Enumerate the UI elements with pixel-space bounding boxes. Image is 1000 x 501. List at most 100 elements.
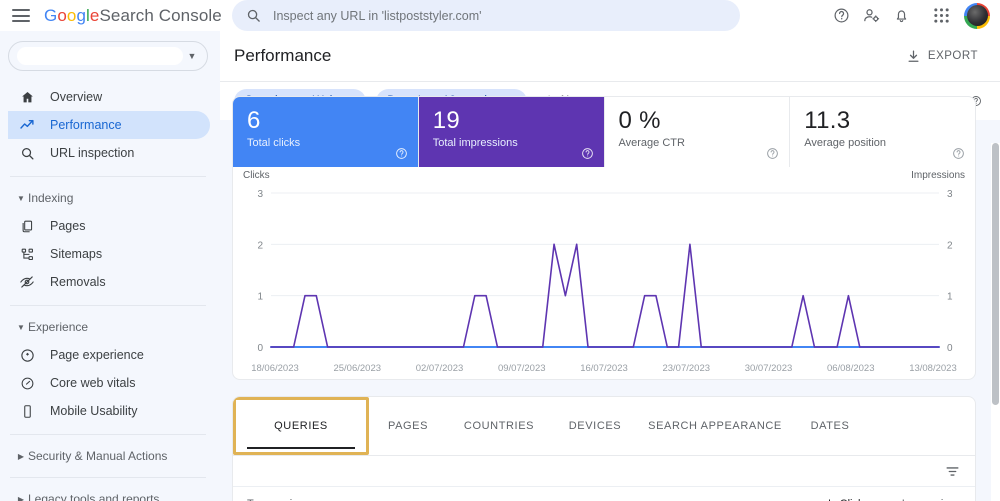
svg-text:1: 1 xyxy=(947,292,953,303)
vertical-scrollbar[interactable] xyxy=(991,143,1000,501)
sidebar-item-label: Core web vitals xyxy=(50,376,136,390)
chart-svg: 0 0 1 1 2 2 3 3 xyxy=(257,189,953,354)
svg-text:0: 0 xyxy=(947,343,953,354)
help-circle-icon[interactable] xyxy=(766,147,779,160)
metric-label: Total impressions xyxy=(432,137,518,149)
sidebar-item-mobile-usability[interactable]: Mobile Usability xyxy=(8,397,210,425)
chevron-down-icon: ▼ xyxy=(187,51,197,61)
tab-label: DATES xyxy=(810,420,850,432)
help-circle-icon[interactable] xyxy=(395,147,408,160)
column-header-clicks-label: Clicks xyxy=(840,498,869,501)
notifications-bell-icon[interactable] xyxy=(888,3,914,29)
x-axis-tick-label: 06/08/2023 xyxy=(826,363,875,374)
performance-chart-card: 6 Total clicks 19 Total impressions 0 % … xyxy=(232,96,976,380)
sidebar-group-label: Indexing xyxy=(28,191,74,205)
column-header-top-queries[interactable]: Top queries xyxy=(247,498,773,501)
mobile-icon xyxy=(18,402,36,420)
tab-pages[interactable]: PAGES xyxy=(369,397,447,455)
scrollbar-thumb[interactable] xyxy=(992,143,999,405)
svg-text:3: 3 xyxy=(257,189,263,200)
metric-average-ctr[interactable]: 0 % Average CTR xyxy=(605,97,791,167)
metrics-row: 6 Total clicks 19 Total impressions 0 % … xyxy=(233,97,975,167)
sidebar-group-label: Experience xyxy=(28,320,89,334)
sidebar-item-label: Overview xyxy=(50,90,103,104)
home-icon xyxy=(18,88,36,106)
logo-suffix: Search Console xyxy=(99,5,222,25)
tab-label: COUNTRIES xyxy=(463,420,535,432)
download-icon xyxy=(906,49,921,64)
tab-search-appearance[interactable]: SEARCH APPEARANCE xyxy=(639,397,791,455)
y-axis-left-title: Clicks xyxy=(243,170,270,181)
eye-off-icon xyxy=(18,273,36,291)
search-console-app: GoogleSearch Console Inspect any URL in … xyxy=(0,0,1000,501)
sidebar-divider xyxy=(10,176,206,177)
sidebar-item-performance[interactable]: Performance xyxy=(8,111,210,139)
google-apps-icon[interactable] xyxy=(928,3,954,29)
x-axis-tick-label: 18/06/2023 xyxy=(251,363,299,374)
column-header-impressions[interactable]: Impressions xyxy=(869,498,961,501)
account-switch-icon[interactable] xyxy=(858,3,884,29)
report-scroll-area[interactable]: 6 Total clicks 19 Total impressions 0 % … xyxy=(220,96,1000,501)
sidebar-item-label: Performance xyxy=(50,118,122,132)
metric-label: Total clicks xyxy=(247,137,301,149)
tab-devices[interactable]: DEVICES xyxy=(551,397,639,455)
metric-average-position[interactable]: 11.3 Average position xyxy=(790,97,975,167)
url-inspection-search-box[interactable] xyxy=(232,0,740,31)
table-filter-row xyxy=(233,456,975,486)
property-name-value xyxy=(17,47,183,65)
metric-label: Average CTR xyxy=(618,137,685,149)
speedometer-icon xyxy=(18,374,36,392)
sidebar-divider xyxy=(10,477,206,478)
sidebar-item-page-experience[interactable]: Page experience xyxy=(8,341,210,369)
metric-value: 0 % xyxy=(618,107,661,134)
sitemap-icon xyxy=(18,245,36,263)
tab-dates[interactable]: DATES xyxy=(791,397,869,455)
tab-countries[interactable]: COUNTRIES xyxy=(447,397,551,455)
metric-value: 6 xyxy=(247,107,261,134)
x-axis-tick-label: 30/07/2023 xyxy=(744,363,793,374)
help-circle-icon[interactable] xyxy=(952,147,965,160)
dimension-tabs-card: QUERIES PAGES COUNTRIES DEVICES SEARCH APPEA… xyxy=(232,396,976,501)
metric-total-impressions[interactable]: 19 Total impressions xyxy=(418,97,605,167)
export-button[interactable]: EXPORT xyxy=(902,43,982,70)
metric-total-clicks[interactable]: 6 Total clicks xyxy=(233,97,419,167)
chevron-down-icon: ▼ xyxy=(17,322,25,332)
svg-text:2: 2 xyxy=(947,240,953,251)
sidebar-item-removals[interactable]: Removals xyxy=(8,268,210,296)
column-header-clicks[interactable]: Clicks xyxy=(773,498,869,501)
property-selector[interactable]: ▼ xyxy=(8,41,208,71)
dimension-tabs: QUERIES PAGES COUNTRIES DEVICES SEARCH APPEA… xyxy=(233,397,975,456)
sidebar: ▼ Overview Performance URL inspection ▼ … xyxy=(0,31,220,501)
sidebar-item-pages[interactable]: Pages xyxy=(8,212,210,240)
x-axis-tick-label: 09/07/2023 xyxy=(497,363,546,374)
tab-label: DEVICES xyxy=(568,420,622,432)
performance-line-chart: Clicks Impressions 0 0 1 1 2 2 3 3 18/06/2023 25… xyxy=(233,167,975,379)
filter-funnel-icon[interactable] xyxy=(944,463,961,480)
help-circle-icon[interactable] xyxy=(581,147,594,160)
sidebar-item-sitemaps[interactable]: Sitemaps xyxy=(8,240,210,268)
sidebar-divider xyxy=(10,305,206,306)
avatar-image xyxy=(966,5,988,26)
trending-up-icon xyxy=(18,116,36,134)
help-icon[interactable] xyxy=(828,3,854,29)
sidebar-group-security[interactable]: ▶ Security & Manual Actions xyxy=(8,444,210,468)
metric-value: 19 xyxy=(432,107,461,134)
sidebar-group-indexing[interactable]: ▼ Indexing xyxy=(8,186,210,210)
sidebar-item-overview[interactable]: Overview xyxy=(8,83,210,111)
svg-text:1: 1 xyxy=(257,292,263,303)
sidebar-group-legacy-tools[interactable]: ▶ Legacy tools and reports xyxy=(8,487,210,501)
y-axis-right-title: Impressions xyxy=(911,170,965,181)
hamburger-menu-icon[interactable] xyxy=(12,9,30,22)
search-input[interactable] xyxy=(273,8,726,23)
user-avatar[interactable] xyxy=(964,2,990,29)
tab-queries[interactable]: QUERIES xyxy=(233,397,369,455)
sidebar-item-label: URL inspection xyxy=(50,146,135,160)
export-label: EXPORT xyxy=(927,50,978,62)
sidebar-item-core-web-vitals[interactable]: Core web vitals xyxy=(8,369,210,397)
sidebar-item-url-inspection[interactable]: URL inspection xyxy=(8,139,210,167)
logo-letter-g2: g xyxy=(76,5,87,25)
sidebar-item-label: Sitemaps xyxy=(50,247,103,261)
sidebar-group-experience[interactable]: ▼ Experience xyxy=(8,315,210,339)
tab-label: QUERIES xyxy=(274,420,328,432)
page-title: Performance xyxy=(234,46,332,65)
